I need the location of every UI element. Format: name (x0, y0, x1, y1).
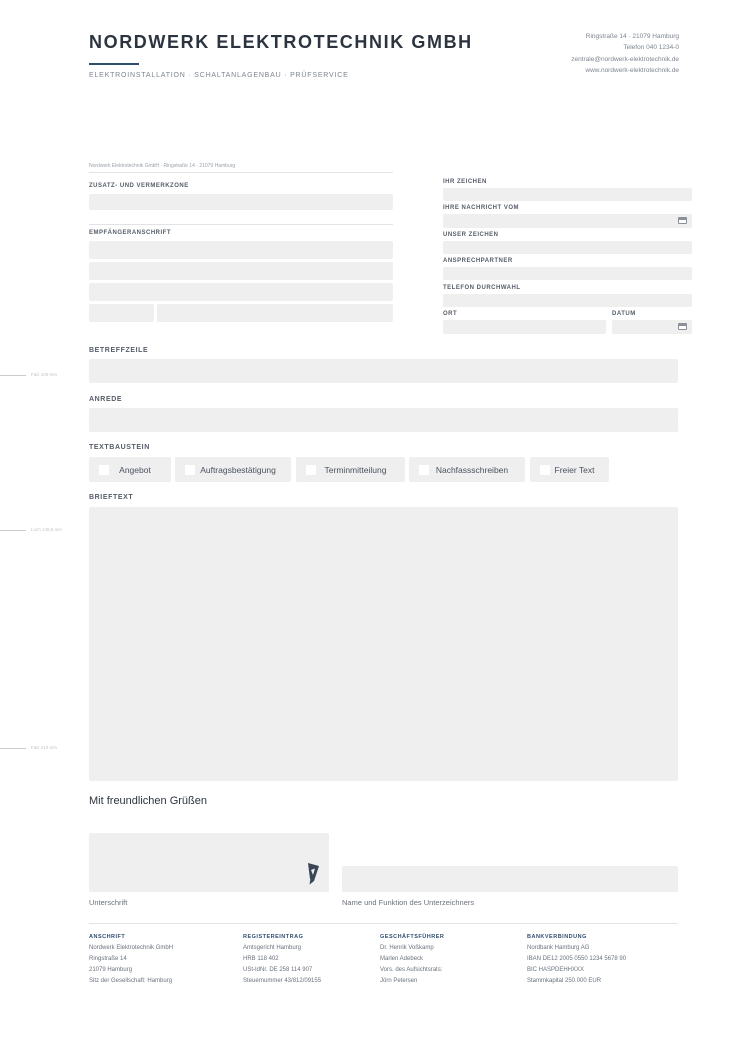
footer-register: REGISTEREINTRAG Amtsgericht Hamburg HRB … (243, 932, 321, 987)
footer-line: Steuernummer 43/812/09155 (243, 978, 322, 984)
option-label: Nachfassschreiben (435, 464, 509, 475)
footer-line: Vors. des Aufsichtsrats: (380, 967, 443, 973)
calendar-icon[interactable] (678, 217, 687, 224)
accent-line (89, 63, 139, 65)
address-divider (89, 224, 393, 225)
footer-rule (89, 923, 678, 924)
footer-line: 21079 Hamburg (89, 967, 133, 973)
textbaustein-angebot-option[interactable]: Angebot (89, 457, 171, 482)
datum-field[interactable] (612, 320, 692, 334)
telefon-field[interactable] (443, 294, 692, 307)
return-address: Nordwerk Elektrotechnik GmbH · Ringstraß… (89, 163, 236, 169)
option-label: Angebot (119, 464, 151, 475)
footer-anschrift: ANSCHRIFT Nordwerk Elektrotechnik GmbH R… (89, 932, 173, 987)
contact-email[interactable]: zentrale@nordwerk-elektrotechnik.de (571, 56, 679, 63)
empfaenger-plz-field[interactable] (89, 304, 154, 322)
ihre-nachricht-label: IHRE NACHRICHT VOM (443, 205, 519, 211)
checkbox[interactable] (540, 465, 550, 475)
ansprechpartner-field[interactable] (443, 267, 692, 280)
footer-line: Nordwerk Elektrotechnik GmbH (89, 945, 174, 951)
zusatz-label: ZUSATZ- UND VERMERKZONE (89, 183, 189, 189)
checkbox[interactable] (419, 465, 429, 475)
empfaenger-label: EMPFÄNGERANSCHRIFT (89, 230, 171, 236)
footer-line: Jörn Petersen (380, 978, 418, 984)
punch-mark-line (0, 530, 26, 531)
fold-mark-bottom: Falz 210 mm (31, 745, 58, 750)
ort-field[interactable] (443, 320, 606, 334)
empfaenger-line-3[interactable] (89, 283, 393, 301)
footer-heading: ANSCHRIFT (89, 934, 126, 940)
footer-line: USt-IdNr. DE 258 114 907 (243, 967, 313, 973)
empfaenger-ort-field[interactable] (157, 304, 393, 322)
telefon-label: TELEFON DURCHWAHL (443, 285, 521, 291)
footer-line: BIC HASPDEHHXXX (527, 967, 585, 973)
unser-zeichen-label: UNSER ZEICHEN (443, 232, 499, 238)
checkbox[interactable] (306, 465, 316, 475)
contact-phone: Telefon 040 1234-0 (623, 44, 679, 51)
punch-mark: Loch 148,5 mm (31, 527, 63, 532)
zusatz-field[interactable] (89, 194, 393, 210)
signature-caption: Unterschrift (89, 898, 128, 907)
option-label: Auftragsbestätigung (200, 464, 276, 475)
fold-mark-line-top (0, 375, 26, 376)
footer-heading: GESCHÄFTSFÜHRER (380, 934, 445, 940)
signature-field[interactable] (89, 833, 329, 892)
textbaustein-nachfassschreiben-option[interactable]: Nachfassschreiben (409, 457, 525, 482)
footer-line: Marlen Adebeck (380, 956, 424, 962)
textbaustein-terminmitteilung-option[interactable]: Terminmitteilung (296, 457, 405, 482)
fold-mark-top: Falz 105 mm (31, 372, 58, 377)
anrede-label: ANREDE (89, 396, 123, 403)
unser-zeichen-field[interactable] (443, 241, 692, 254)
signer-name-field[interactable] (342, 866, 678, 892)
company-tagline: ELEKTROINSTALLATION · SCHALTANLAGENBAU ·… (89, 72, 349, 79)
contact-address: Ringstraße 14 · 21079 Hamburg (585, 33, 679, 40)
footer-line: Sitz der Gesellschaft: Hamburg (89, 978, 173, 984)
footer-line: HRB 118 402 (243, 956, 279, 962)
signer-caption: Name und Funktion des Unterzeichners (342, 898, 475, 907)
textbaustein-freier-text-option[interactable]: Freier Text (530, 457, 609, 482)
ihre-nachricht-field[interactable] (443, 214, 692, 228)
contact-website[interactable]: www.nordwerk-elektrotechnik.de (585, 67, 679, 74)
option-label: Freier Text (554, 464, 595, 475)
ihr-zeichen-label: IHR ZEICHEN (443, 179, 487, 185)
ihr-zeichen-field[interactable] (443, 188, 692, 201)
footer-heading: BANKVERBINDUNG (527, 934, 587, 940)
footer-heading: REGISTEREINTRAG (243, 934, 304, 940)
closing-greeting: Mit freundlichen Grüßen (89, 795, 207, 807)
footer-bank: BANKVERBINDUNG Nordbank Hamburg AG IBAN … (527, 932, 626, 987)
checkbox[interactable] (185, 465, 195, 475)
ort-label: ORT (443, 311, 458, 317)
fold-mark-line-bottom (0, 748, 26, 749)
textbaustein-label: TEXTBAUSTEIN (89, 444, 150, 451)
betreff-label: BETREFFZEILE (89, 347, 149, 354)
brieftext-area[interactable] (89, 507, 678, 781)
company-name: NORDWERK ELEKTROTECHNIK GMBH (89, 32, 473, 52)
footer-geschaeftsfuehrer: GESCHÄFTSFÜHRER Dr. Henrik Voßkamp Marle… (380, 932, 444, 987)
empfaenger-line-2[interactable] (89, 262, 393, 280)
footer-line: IBAN DE12 2005 0550 1234 5678 90 (527, 956, 627, 962)
return-address-rule (89, 172, 393, 173)
brieftext-label: BRIEFTEXT (89, 494, 134, 501)
calendar-icon[interactable] (678, 323, 687, 330)
anrede-field[interactable] (89, 408, 678, 432)
textbaustein-auftragsbestaetigung-option[interactable]: Auftragsbestätigung (175, 457, 291, 482)
datum-label: DATUM (612, 311, 636, 317)
empfaenger-line-1[interactable] (89, 241, 393, 259)
checkbox[interactable] (99, 465, 109, 475)
footer-line: Stammkapital 250.000 EUR (527, 978, 602, 984)
footer-line: Ringstraße 14 (89, 956, 127, 962)
footer-line: Amtsgericht Hamburg (243, 945, 302, 951)
ansprechpartner-label: ANSPRECHPARTNER (443, 258, 513, 264)
footer-line: Dr. Henrik Voßkamp (380, 945, 434, 951)
footer-line: Nordbank Hamburg AG (527, 945, 590, 951)
option-label: Terminmitteilung (324, 464, 387, 475)
pen-nib-icon (308, 863, 319, 886)
betreff-field[interactable] (89, 359, 678, 383)
